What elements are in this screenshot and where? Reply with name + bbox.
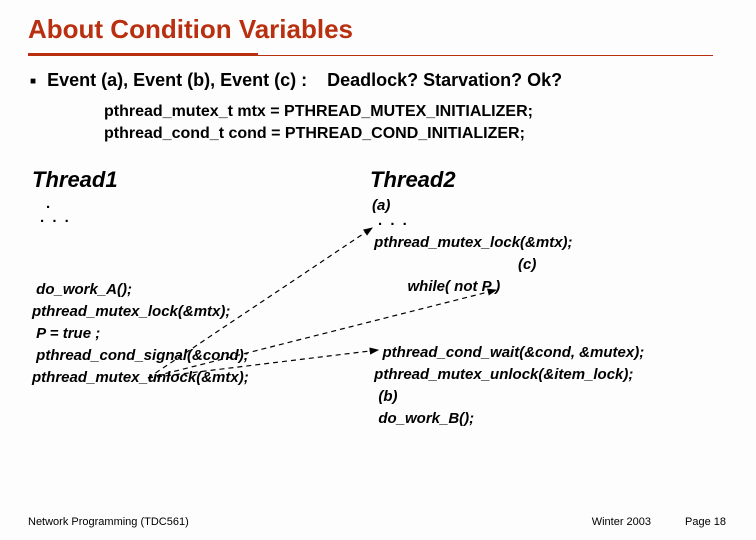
slide-title: About Condition Variables (0, 14, 756, 45)
thread2-l5: do_work_B(); (370, 408, 730, 430)
thread2-l1: pthread_mutex_lock(&mtx); (370, 232, 730, 254)
thread1-l5: pthread_mutex_unlock(&mtx); (32, 367, 370, 389)
thread2-title: Thread2 (370, 167, 730, 193)
thread2-col: Thread2 (a) . . . pthread_mutex_lock(&mt… (370, 167, 730, 430)
slide: About Condition Variables ■ Event (a), E… (0, 0, 756, 540)
thread1-title: Thread1 (32, 167, 370, 193)
footer-center: Winter 2003 (592, 516, 651, 528)
thread2-l2: while( not P ) (c) (370, 254, 730, 342)
footer-left: Network Programming (TDC561) (28, 516, 189, 528)
label-a: (a) (370, 197, 730, 214)
columns: Thread1 . . . . do_work_A(); pthread_mut… (0, 145, 756, 430)
thread1-l2: pthread_mutex_lock(&mtx); (32, 301, 370, 323)
thread2-l3: pthread_cond_wait(&cond, &mutex); (370, 342, 730, 364)
title-rule-thick (28, 53, 258, 56)
bullet-icon: ■ (30, 76, 36, 87)
thread1-dot: . (32, 197, 370, 211)
thread1-l1: do_work_A(); (32, 279, 370, 301)
init-line-2: pthread_cond_t cond = PTHREAD_COND_INITI… (104, 123, 756, 145)
init-block: pthread_mutex_t mtx = PTHREAD_MUTEX_INIT… (0, 91, 756, 145)
thread2-dots: . . . (370, 214, 730, 228)
thread1-dots: . . . (32, 211, 370, 225)
thread1-col: Thread1 . . . . do_work_A(); pthread_mut… (32, 167, 370, 430)
bullet-right: Deadlock? Starvation? Ok? (327, 70, 562, 90)
thread1-l3: P = true ; (32, 323, 370, 345)
label-c: (c) (518, 254, 536, 276)
bullet-left: Event (a), Event (b), Event (c) : (47, 70, 307, 90)
thread1-l4: pthread_cond_signal(&cond); (32, 345, 370, 367)
footer: Network Programming (TDC561) Winter 2003… (0, 516, 756, 528)
init-line-1: pthread_mutex_t mtx = PTHREAD_MUTEX_INIT… (104, 101, 756, 123)
bullet-row: ■ Event (a), Event (b), Event (c) : Dead… (0, 56, 756, 91)
label-b: (b) (370, 386, 730, 408)
footer-right: Page 18 (685, 516, 726, 528)
title-rule-thin (258, 55, 713, 56)
thread2-l4: pthread_mutex_unlock(&item_lock); (370, 364, 730, 386)
